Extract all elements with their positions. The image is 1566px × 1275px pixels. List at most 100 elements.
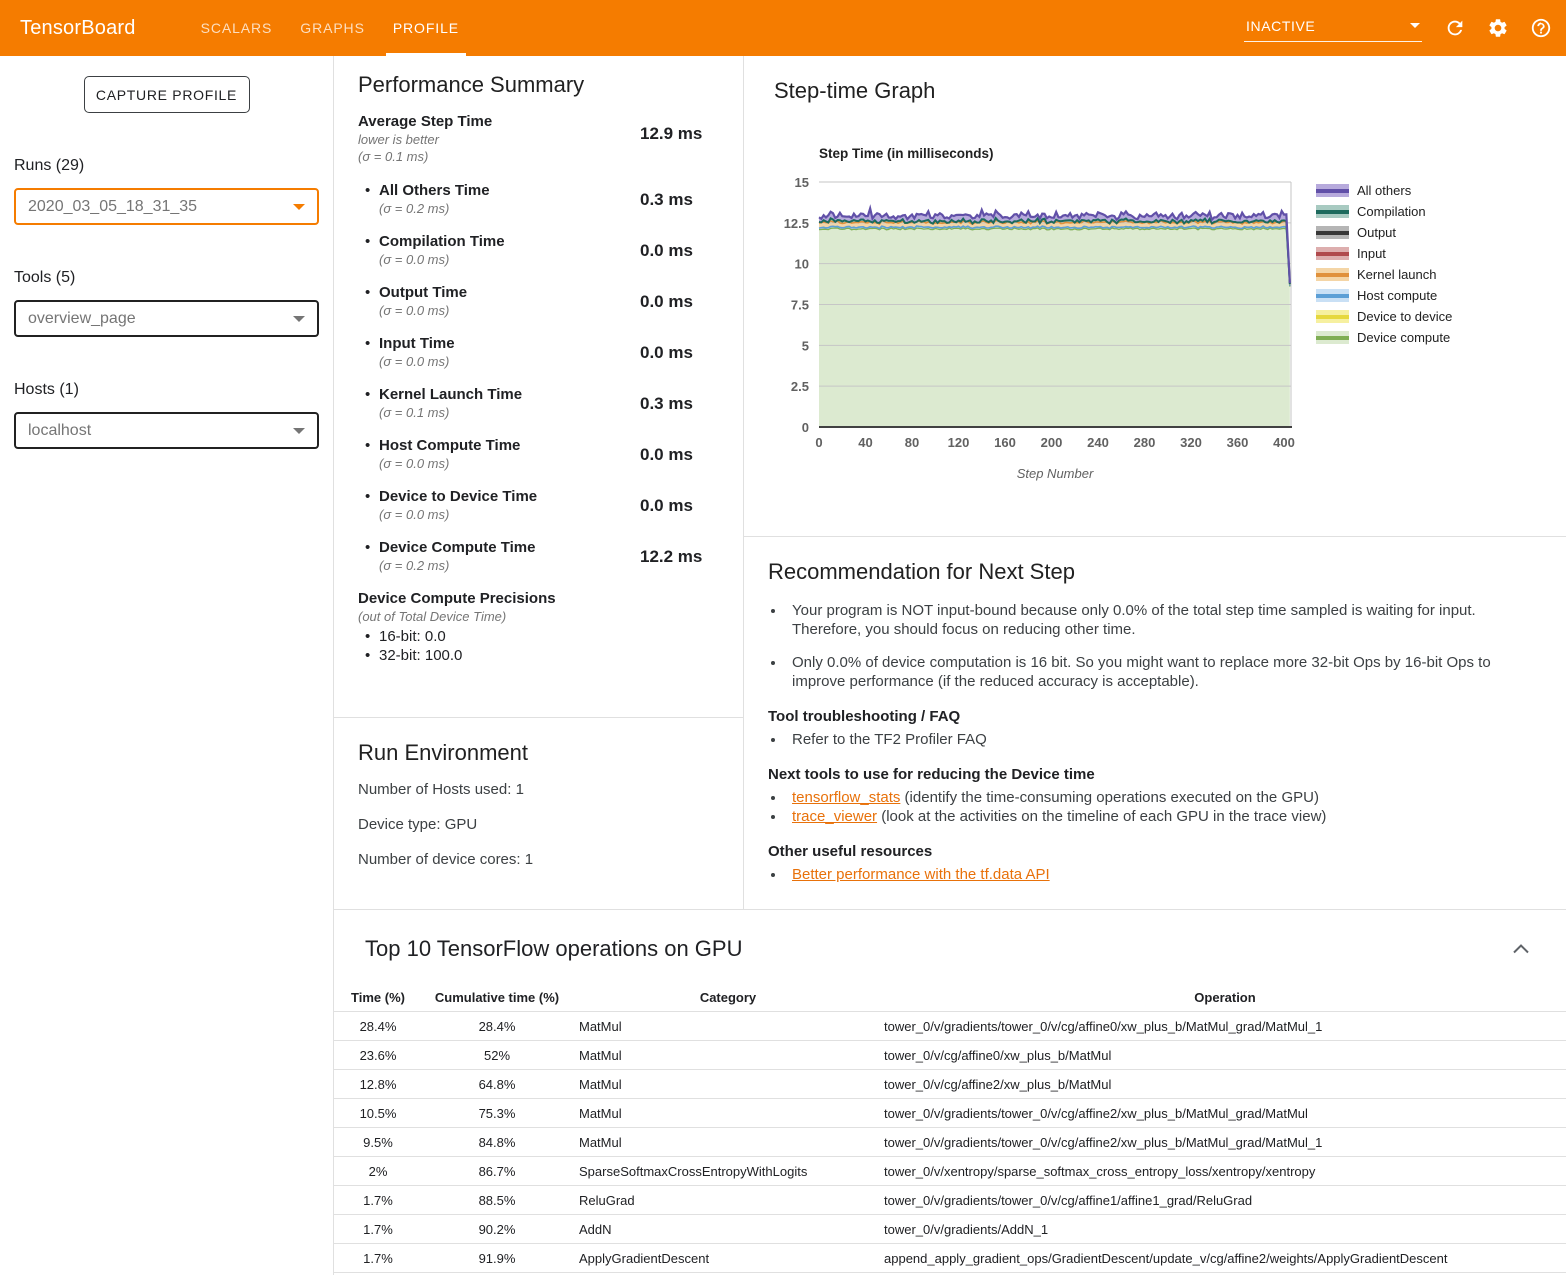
performance-summary-title: Performance Summary	[358, 72, 719, 98]
cell-cumulative-pct: 64.8%	[422, 1077, 572, 1092]
cell-cumulative-pct: 84.8%	[422, 1135, 572, 1150]
legend-swatch	[1316, 247, 1349, 260]
bullet-dot: •	[358, 385, 379, 421]
bullet-dot: •	[358, 627, 379, 646]
legend-item: Device to device	[1316, 306, 1452, 327]
performance-summary-section: Performance Summary Average Step Time lo…	[334, 56, 743, 718]
table-row: 23.6% 52% MatMul tower_0/v/cg/affine0/xw…	[334, 1041, 1566, 1070]
metric-sigma: (σ = 0.0 ms)	[379, 251, 505, 268]
svg-text:280: 280	[1134, 435, 1156, 450]
cell-operation: tower_0/v/cg/affine2/xw_plus_b/MatMul	[884, 1077, 1566, 1092]
legend-item: Host compute	[1316, 285, 1452, 306]
metric-value: 0.3 ms	[640, 394, 693, 414]
help-icon[interactable]	[1530, 17, 1552, 39]
column-header: Category	[572, 990, 884, 1005]
cell-category: AddN	[572, 1222, 884, 1237]
svg-text:240: 240	[1087, 435, 1109, 450]
faq-heading: Tool troubleshooting / FAQ	[768, 707, 1566, 726]
gear-icon[interactable]	[1487, 17, 1509, 39]
table-row: 2% 86.7% SparseSoftmaxCrossEntropyWithLo…	[334, 1157, 1566, 1186]
refresh-icon[interactable]	[1444, 17, 1466, 39]
faq-list: Refer to the TF2 Profiler FAQ	[786, 730, 1566, 749]
svg-text:120: 120	[948, 435, 970, 450]
reload-status-value: INACTIVE	[1246, 18, 1315, 34]
run-environment-title: Run Environment	[358, 740, 719, 766]
legend-label: Device to device	[1357, 309, 1452, 324]
cell-category: ReluGrad	[572, 1193, 884, 1208]
cell-category: MatMul	[572, 1135, 884, 1150]
step-time-graph-title: Step-time Graph	[774, 78, 1566, 104]
legend-label: Device compute	[1357, 330, 1450, 345]
bullet-dot: •	[358, 487, 379, 523]
legend-label: Compilation	[1357, 204, 1426, 219]
tool-link[interactable]: trace_viewer	[792, 808, 877, 825]
capture-profile-button[interactable]: CAPTURE PROFILE	[84, 76, 250, 113]
legend-label: Kernel launch	[1357, 267, 1437, 282]
cell-category: SparseSoftmaxCrossEntropyWithLogits	[572, 1164, 884, 1179]
cell-time-pct: 10.5%	[334, 1106, 422, 1121]
legend-swatch	[1316, 226, 1349, 239]
metric-value: 0.0 ms	[640, 343, 693, 363]
runs-select[interactable]: 2020_03_05_18_31_35	[14, 188, 319, 225]
metric-row: • All Others Time (σ = 0.2 ms) 0.3 ms	[358, 181, 719, 217]
cell-operation: tower_0/v/gradients/tower_0/v/cg/affine1…	[884, 1193, 1566, 1208]
top-navbar: TensorBoard SCALARS GRAPHS PROFILE INACT…	[0, 0, 1566, 56]
cell-time-pct: 1.7%	[334, 1222, 422, 1237]
run-environment-line: Number of Hosts used: 1	[358, 780, 719, 799]
cell-operation: tower_0/v/gradients/tower_0/v/cg/affine2…	[884, 1135, 1566, 1150]
precisions-subtext: (out of Total Device Time)	[358, 608, 719, 625]
metric-value: 12.9 ms	[640, 124, 702, 165]
table-row: 9.5% 84.8% MatMul tower_0/v/gradients/to…	[334, 1128, 1566, 1157]
cell-cumulative-pct: 88.5%	[422, 1193, 572, 1208]
column-header: Time (%)	[334, 990, 422, 1005]
svg-text:Step Time (in milliseconds): Step Time (in milliseconds)	[819, 146, 994, 161]
svg-text:0: 0	[815, 435, 822, 450]
svg-text:400: 400	[1273, 435, 1295, 450]
table-row: 28.4% 28.4% MatMul tower_0/v/gradients/t…	[334, 1012, 1566, 1041]
cell-time-pct: 23.6%	[334, 1048, 422, 1063]
resource-link[interactable]: Better performance with the tf.data API	[792, 866, 1050, 883]
reload-status-select[interactable]: INACTIVE	[1244, 15, 1422, 42]
bullet-dot: •	[358, 283, 379, 319]
cell-cumulative-pct: 90.2%	[422, 1222, 572, 1237]
metric-sigma: (σ = 0.0 ms)	[379, 302, 467, 319]
legend-swatch	[1316, 289, 1349, 302]
legend-swatch	[1316, 310, 1349, 323]
tools-select-value: overview_page	[28, 310, 136, 328]
collapse-section-button[interactable]	[1513, 942, 1529, 957]
cell-time-pct: 2%	[334, 1164, 422, 1179]
legend-swatch	[1316, 331, 1349, 344]
table-header-row: Time (%) Cumulative time (%) Category Op…	[334, 984, 1566, 1012]
legend-label: All others	[1357, 183, 1411, 198]
runs-select-value: 2020_03_05_18_31_35	[28, 198, 197, 216]
tool-link[interactable]: tensorflow_stats	[792, 789, 900, 806]
tools-select[interactable]: overview_page	[14, 300, 319, 337]
legend-item: Output	[1316, 222, 1452, 243]
metric-label: Input Time	[379, 334, 455, 353]
table-row: 12.8% 64.8% MatMul tower_0/v/cg/affine2/…	[334, 1070, 1566, 1099]
next-tools-heading: Next tools to use for reducing the Devic…	[768, 765, 1566, 784]
metric-value: 0.0 ms	[640, 445, 693, 465]
metric-label: Host Compute Time	[379, 436, 520, 455]
tool-link-desc: (look at the activities on the timeline …	[877, 808, 1326, 825]
metric-value: 12.2 ms	[640, 547, 702, 567]
metric-label: Kernel Launch Time	[379, 385, 522, 404]
nav-tab[interactable]: GRAPHS	[293, 0, 372, 56]
hosts-select[interactable]: localhost	[14, 412, 319, 449]
metric-label: Output Time	[379, 283, 467, 302]
cell-operation: tower_0/v/xentropy/sparse_softmax_cross_…	[884, 1164, 1566, 1179]
bullet-dot: •	[358, 646, 379, 665]
svg-text:15: 15	[795, 175, 809, 190]
nav-tab[interactable]: PROFILE	[386, 0, 466, 56]
legend-item: Compilation	[1316, 201, 1452, 222]
metric-row: • Compilation Time (σ = 0.0 ms) 0.0 ms	[358, 232, 719, 268]
cell-operation: tower_0/v/cg/affine0/xw_plus_b/MatMul	[884, 1048, 1566, 1063]
cell-operation: tower_0/v/gradients/AddN_1	[884, 1222, 1566, 1237]
recommendation-section: Recommendation for Next Step Your progra…	[744, 537, 1566, 884]
cell-operation: tower_0/v/gradients/tower_0/v/cg/affine0…	[884, 1019, 1566, 1034]
bullet-dot: •	[358, 538, 379, 574]
chevron-up-icon	[1513, 944, 1529, 954]
legend-label: Host compute	[1357, 288, 1437, 303]
nav-tab[interactable]: SCALARS	[194, 0, 280, 56]
precision-text: 32-bit: 100.0	[379, 646, 462, 665]
